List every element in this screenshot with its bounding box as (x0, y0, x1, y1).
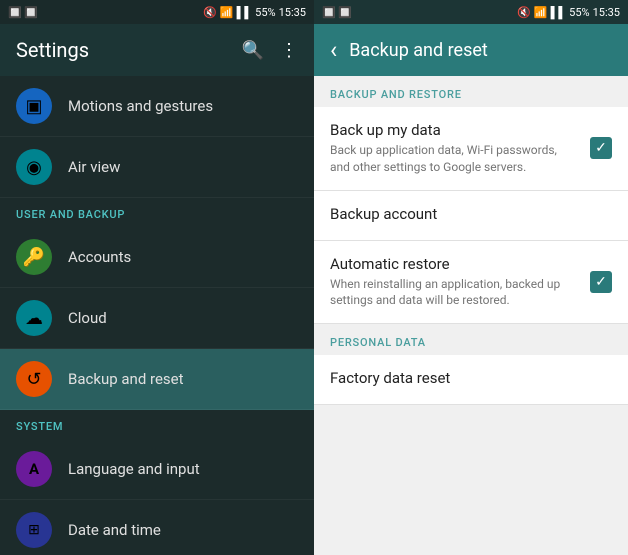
back-up-data-item[interactable]: Back up my data Back up application data… (314, 107, 628, 191)
right-time: 15:35 (593, 6, 620, 19)
sidebar-item-backup[interactable]: ↺ Backup and reset (0, 349, 314, 410)
left-panel: 🔲 🔲 🔇 📶 ▌▌ 55% 15:35 Settings 🔍 ⋮ ▣ Moti… (0, 0, 314, 555)
left-battery-text: 55% (255, 6, 275, 19)
right-status-bar: 🔲 🔲 🔇 📶 ▌▌ 55% 15:35 (314, 0, 628, 24)
right-wifi-icon: 📶 (534, 6, 548, 19)
motions-label: Motions and gestures (68, 97, 213, 115)
airview-icon: ◉ (16, 149, 52, 185)
datetime-icon: ⊞ (16, 512, 52, 548)
factory-reset-item[interactable]: Factory data reset (314, 355, 628, 405)
system-section-header: SYSTEM (0, 410, 314, 439)
right-status-right-icons: 🔇 📶 ▌▌ 55% 15:35 (517, 6, 620, 19)
backup-icon: ↺ (16, 361, 52, 397)
overflow-menu-icon[interactable]: ⋮ (280, 40, 298, 61)
cloud-icon: ☁ (16, 300, 52, 336)
sidebar-item-datetime[interactable]: ⊞ Date and time (0, 500, 314, 555)
back-up-data-subtitle: Back up application data, Wi-Fi password… (330, 142, 578, 176)
right-mute-icon: 🔇 (517, 6, 531, 19)
backup-restore-section-header: BACKUP AND RESTORE (314, 76, 628, 107)
sidebar-item-motions[interactable]: ▣ Motions and gestures (0, 76, 314, 137)
right-status-left-icons: 🔲 🔲 (322, 6, 352, 19)
accounts-label: Accounts (68, 248, 131, 266)
right-title: Backup and reset (349, 40, 488, 61)
accounts-icon: 🔑 (16, 239, 52, 275)
motions-icon: ▣ (16, 88, 52, 124)
right-panel: 🔲 🔲 🔇 📶 ▌▌ 55% 15:35 ‹ Backup and reset … (314, 0, 628, 555)
right-signal-icon: ▌▌ (551, 6, 567, 19)
airview-label: Air view (68, 158, 120, 176)
auto-restore-subtitle: When reinstalling an application, backed… (330, 276, 578, 310)
sidebar-item-cloud[interactable]: ☁ Cloud (0, 288, 314, 349)
datetime-label: Date and time (68, 521, 161, 539)
user-backup-section-header: USER AND BACKUP (0, 198, 314, 227)
settings-list: ▣ Motions and gestures ◉ Air view USER A… (0, 76, 314, 555)
backup-account-item[interactable]: Backup account (314, 191, 628, 241)
left-header-icons: 🔍 ⋮ (242, 40, 298, 61)
sidebar-item-accounts[interactable]: 🔑 Accounts (0, 227, 314, 288)
sidebar-item-language[interactable]: A Language and input (0, 439, 314, 500)
right-header: ‹ Backup and reset (314, 24, 628, 76)
left-time: 15:35 (279, 6, 306, 19)
left-status-bar: 🔲 🔲 🔇 📶 ▌▌ 55% 15:35 (0, 0, 314, 24)
left-status-right-icons: 🔇 📶 ▌▌ 55% 15:35 (203, 6, 306, 19)
auto-restore-text: Automatic restore When reinstalling an a… (330, 255, 578, 310)
language-label: Language and input (68, 460, 200, 478)
backup-account-title: Backup account (330, 205, 612, 223)
left-wifi-icon: 📶 (220, 6, 234, 19)
auto-restore-item[interactable]: Automatic restore When reinstalling an a… (314, 241, 628, 325)
back-up-data-title: Back up my data (330, 121, 578, 139)
personal-data-section-header: PERSONAL DATA (314, 324, 628, 355)
left-signal-icon: ▌▌ (237, 6, 253, 19)
left-status-left-icons: 🔲 🔲 (8, 6, 38, 19)
auto-restore-checkbox[interactable]: ✓ (590, 271, 612, 293)
back-up-data-text: Back up my data Back up application data… (330, 121, 578, 176)
back-up-data-checkbox[interactable]: ✓ (590, 137, 612, 159)
left-mute-icon: 🔇 (203, 6, 217, 19)
auto-restore-title: Automatic restore (330, 255, 578, 273)
right-content: BACKUP AND RESTORE Back up my data Back … (314, 76, 628, 555)
left-notification-icons: 🔲 🔲 (8, 6, 38, 19)
cloud-label: Cloud (68, 309, 107, 327)
backup-account-text: Backup account (330, 205, 612, 226)
language-icon: A (16, 451, 52, 487)
right-notification-icons: 🔲 🔲 (322, 6, 352, 19)
factory-reset-title: Factory data reset (330, 369, 612, 387)
settings-title: Settings (16, 38, 89, 62)
factory-reset-text: Factory data reset (330, 369, 612, 390)
right-battery-text: 55% (569, 6, 589, 19)
back-button[interactable]: ‹ (330, 36, 337, 64)
sidebar-item-airview[interactable]: ◉ Air view (0, 137, 314, 198)
backup-label: Backup and reset (68, 370, 184, 388)
search-icon[interactable]: 🔍 (242, 40, 264, 61)
left-header: Settings 🔍 ⋮ (0, 24, 314, 76)
